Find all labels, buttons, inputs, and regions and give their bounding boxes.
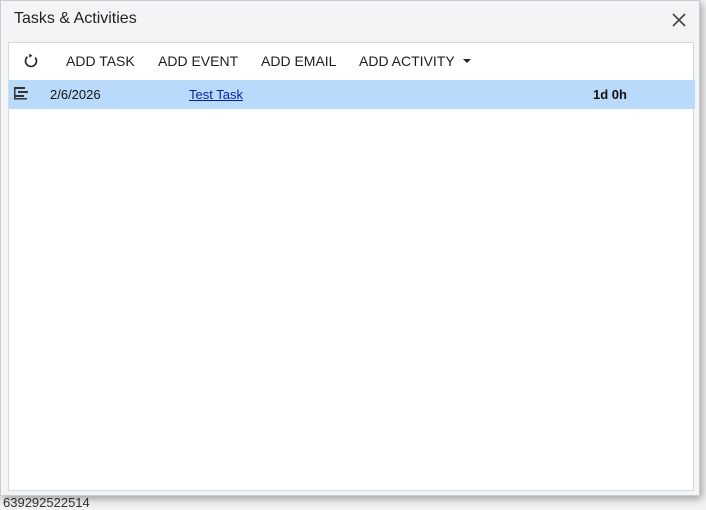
close-icon — [669, 10, 689, 30]
row-date: 2/6/2026 — [50, 87, 101, 102]
table-row[interactable]: 2/6/2026 Test Task 1d 0h — [9, 80, 695, 109]
toolbar: ADD TASK ADD EVENT ADD EMAIL ADD ACTIVIT… — [9, 43, 693, 79]
add-task-button[interactable]: ADD TASK — [66, 43, 135, 79]
dialog-title-bar: Tasks & Activities — [1, 1, 699, 39]
background-number: 639292522514 — [3, 495, 90, 510]
activities-panel: ADD TASK ADD EVENT ADD EMAIL ADD ACTIVIT… — [8, 42, 695, 491]
row-duration: 1d 0h — [593, 87, 627, 102]
dialog-title: Tasks & Activities — [14, 10, 137, 27]
add-activity-button[interactable]: ADD ACTIVITY — [359, 43, 471, 79]
refresh-button[interactable] — [22, 43, 42, 79]
tasks-activities-dialog: Tasks & Activities ADD TASK ADD EVENT AD… — [0, 0, 700, 496]
row-subject-link[interactable]: Test Task — [189, 80, 243, 109]
add-event-button[interactable]: ADD EVENT — [158, 43, 238, 79]
add-email-button[interactable]: ADD EMAIL — [261, 43, 336, 79]
close-button[interactable] — [669, 10, 689, 30]
task-icon — [12, 85, 30, 103]
caret-down-icon — [462, 59, 471, 64]
add-activity-label: ADD ACTIVITY — [359, 53, 455, 69]
